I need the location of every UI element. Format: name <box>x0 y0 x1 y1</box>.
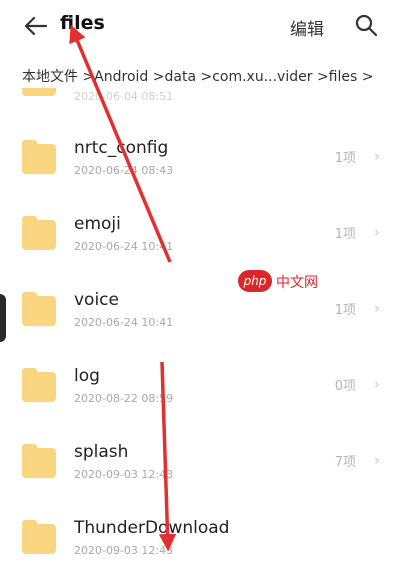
folder-icon <box>22 140 56 174</box>
file-name: log <box>74 366 100 386</box>
folder-icon <box>22 444 56 478</box>
back-arrow-icon[interactable] <box>22 12 50 40</box>
watermark: php 中文网 <box>238 270 320 296</box>
list-item[interactable]: ThunderDownload 2020-09-03 12:43 <box>0 502 400 578</box>
list-item-partial[interactable]: 2020-06-04 08:51 <box>0 88 400 112</box>
top-bar: files 编辑 <box>0 0 400 52</box>
watermark-text: 中文网 <box>276 275 318 291</box>
breadcrumb[interactable]: 本地文件 >Android >data >com.xu...vider >fil… <box>22 66 392 86</box>
list-item[interactable]: emoji 2020-06-24 10:41 1项 › <box>0 198 400 274</box>
file-name: voice <box>74 290 119 310</box>
search-icon[interactable] <box>354 13 378 37</box>
file-date: 2020-09-03 12:43 <box>74 468 174 481</box>
folder-icon <box>22 368 56 402</box>
edit-button[interactable]: 编辑 <box>290 15 324 40</box>
chevron-right-icon: › <box>374 451 380 469</box>
chevron-right-icon: › <box>374 147 380 165</box>
file-name: emoji <box>74 214 121 234</box>
file-date: 2020-09-03 12:43 <box>74 544 174 557</box>
item-count: 1项 <box>334 227 356 242</box>
edge-handle <box>0 294 6 342</box>
page-title: files <box>60 12 105 34</box>
watermark-logo: php <box>238 270 272 292</box>
list-item[interactable]: voice 2020-06-24 10:41 1项 › <box>0 274 400 350</box>
file-date: 2020-06-24 08:43 <box>74 164 174 177</box>
folder-icon <box>22 292 56 326</box>
folder-icon <box>22 88 56 96</box>
chevron-right-icon: › <box>374 375 380 393</box>
folder-icon <box>22 520 56 554</box>
folder-icon <box>22 216 56 250</box>
chevron-right-icon: › <box>374 299 380 317</box>
file-name: ThunderDownload <box>74 518 230 538</box>
list-item[interactable]: splash 2020-09-03 12:43 7项 › <box>0 426 400 502</box>
file-name: splash <box>74 442 129 462</box>
item-count: 1项 <box>334 303 356 318</box>
list-item[interactable]: nrtc_config 2020-06-24 08:43 1项 › <box>0 122 400 198</box>
file-name: nrtc_config <box>74 138 169 158</box>
file-date: 2020-08-22 08:59 <box>74 392 174 405</box>
item-count: 7项 <box>334 455 356 470</box>
chevron-right-icon: › <box>374 223 380 241</box>
file-date: 2020-06-04 08:51 <box>74 90 174 103</box>
item-count: 0项 <box>334 379 356 394</box>
file-date: 2020-06-24 10:41 <box>74 240 174 253</box>
item-count: 1项 <box>334 151 356 166</box>
list-item[interactable]: log 2020-08-22 08:59 0项 › <box>0 350 400 426</box>
file-date: 2020-06-24 10:41 <box>74 316 174 329</box>
